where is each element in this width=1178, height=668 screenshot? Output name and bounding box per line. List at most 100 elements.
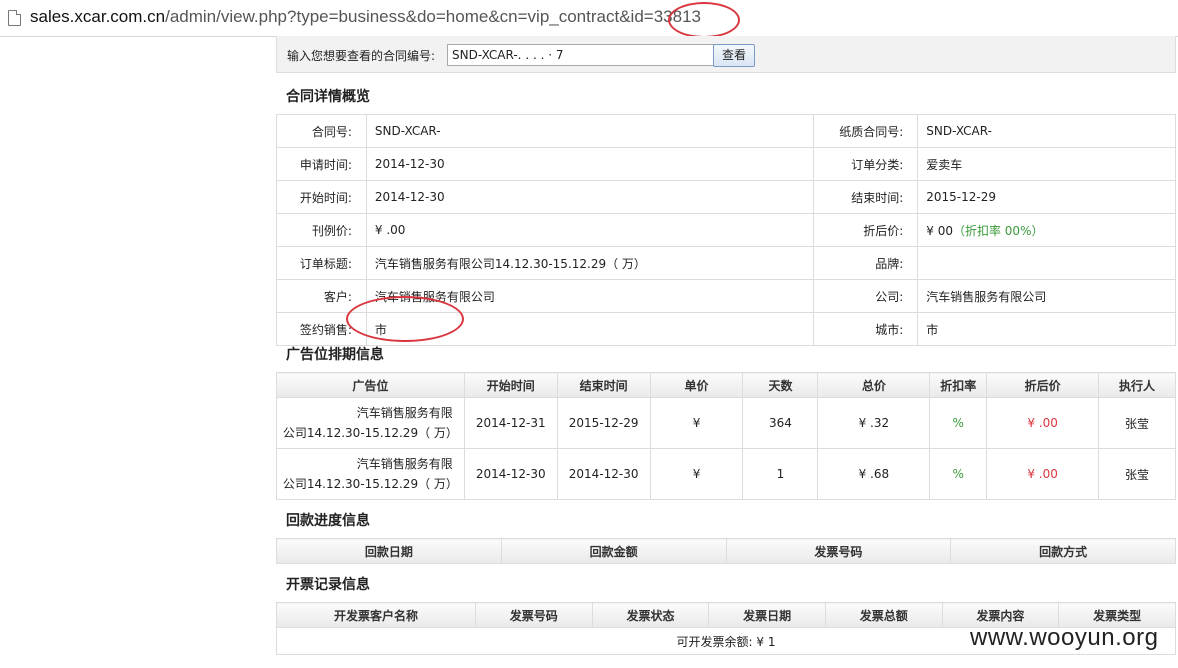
field-value: 爱卖车 xyxy=(917,147,1176,181)
highlight-ring-id xyxy=(668,2,740,38)
column-header: 发票号码 xyxy=(474,602,593,628)
overview-row: 刊例价: ¥ .00 折后价: ¥ 00（折扣率 00%） xyxy=(276,213,1176,247)
column-header: 天数 xyxy=(742,372,819,398)
start-date: 2014-12-30 xyxy=(463,448,558,500)
payment-table: 回款日期 回款金额 发票号码 回款方式 xyxy=(276,538,1176,564)
contract-search-bar: 输入您想要查看的合同编号: SND-XCAR-. . . . · 7 查看 xyxy=(276,36,1176,73)
field-label: 订单分类: xyxy=(813,147,919,181)
field-value: 汽车销售服务有限公司14.12.30-15.12.29（ 万） xyxy=(365,246,815,280)
ads-table: 广告位 开始时间 结束时间 单价 天数 总价 折扣率 折后价 执行人 汽车销售服务有限 公司14.… xyxy=(276,372,1176,500)
field-value-text: SND-XCAR- xyxy=(374,124,441,138)
field-value: SND-XCAR- xyxy=(917,114,1176,148)
ad-position-line2: 公司14.12.30-15.12.29（ 万） xyxy=(282,426,458,440)
field-value: SND-XCAR- xyxy=(365,114,815,148)
total-price: ¥ .68 xyxy=(817,448,931,500)
field-value-text: 2014-12-30 xyxy=(374,190,445,204)
address-bar[interactable]: sales.xcar.com.cn/admin/view.php?type=bu… xyxy=(0,0,1178,37)
discounted-price: ¥ .00 xyxy=(986,448,1100,500)
url-host: sales.xcar.com.cn xyxy=(30,7,166,26)
ad-position-line1: 汽车销售服务有限 xyxy=(356,406,453,420)
ad-position-line2: 公司14.12.30-15.12.29（ 万） xyxy=(282,477,458,491)
field-label: 订单标题: xyxy=(276,246,367,280)
field-label: 结束时间: xyxy=(813,180,919,214)
column-header: 开发票客户名称 xyxy=(276,602,476,628)
field-value-text: 2015-12-29 xyxy=(926,190,997,204)
ad-position-line1: 汽车销售服务有限 xyxy=(356,457,453,471)
field-value-text: 市 xyxy=(926,322,939,337)
column-header: 折扣率 xyxy=(929,372,988,398)
field-value-text: 汽车销售服务有限公司14.12.30-15.12.29（ 万） xyxy=(374,256,646,271)
start-date: 2014-12-31 xyxy=(463,397,558,449)
url-path: /admin/view.php?type=business&do=home&cn… xyxy=(165,7,701,26)
overview-row: 订单标题: 汽车销售服务有限公司14.12.30-15.12.29（ 万） 品牌: xyxy=(276,246,1176,280)
column-header: 回款方式 xyxy=(950,538,1176,564)
main-content: 输入您想要查看的合同编号: SND-XCAR-. . . . · 7 查看 合同… xyxy=(276,36,1176,655)
executor: 张莹 xyxy=(1098,448,1176,500)
field-value: 2015-12-29 xyxy=(917,180,1176,214)
search-label: 输入您想要查看的合同编号: xyxy=(287,49,436,63)
field-value-text: 汽车销售服务有限公司 xyxy=(926,289,1047,304)
field-value: 市 xyxy=(917,312,1176,346)
field-value: 2014-12-30 xyxy=(365,180,815,214)
column-header: 回款日期 xyxy=(276,538,502,564)
field-value-text: 爱卖车 xyxy=(926,157,963,172)
field-value xyxy=(917,246,1176,280)
field-value-text: ¥ .00 xyxy=(374,223,406,237)
unit-price: ¥ xyxy=(649,397,744,449)
highlight-ring-sales xyxy=(346,296,464,342)
table-row: 汽车销售服务有限 公司14.12.30-15.12.29（ 万） 2014-12-3… xyxy=(276,397,1176,449)
field-value: 汽车销售服务有限公司 xyxy=(917,279,1176,313)
field-label: 纸质合同号: xyxy=(813,114,919,148)
discounted-price: ¥ .00 xyxy=(986,397,1100,449)
column-header: 回款金额 xyxy=(500,538,727,564)
column-header: 总价 xyxy=(817,372,931,398)
invoice-title: 开票记录信息 xyxy=(286,577,370,593)
field-value: ¥ .00 xyxy=(365,213,815,247)
column-header: 开始时间 xyxy=(463,372,558,398)
ad-position: 汽车销售服务有限公司14.12.30-15.12.29（ 万） xyxy=(276,397,465,449)
column-header: 发票状态 xyxy=(591,602,710,628)
column-header: 发票日期 xyxy=(708,602,826,628)
executor: 张莹 xyxy=(1098,397,1176,449)
days: 1 xyxy=(742,448,819,500)
discount-rate-note: （折扣率 00%） xyxy=(952,223,1044,238)
field-value-text: ¥ 00 xyxy=(926,223,953,238)
field-value: ¥ 00（折扣率 00%） xyxy=(917,213,1176,247)
ads-title: 广告位排期信息 xyxy=(286,347,384,363)
field-label: 公司: xyxy=(813,279,919,313)
field-value-text: 2014-12-30 xyxy=(374,157,445,171)
field-value-text: SND-XCAR- xyxy=(926,124,992,138)
ad-position: 汽车销售服务有限公司14.12.30-15.12.29（ 万） xyxy=(276,448,465,500)
column-header: 发票号码 xyxy=(725,538,952,564)
overview-row: 申请时间: 2014-12-30 订单分类: 爱卖车 xyxy=(276,147,1176,181)
page-icon xyxy=(8,10,21,26)
column-header: 发票总额 xyxy=(824,602,943,628)
end-date: 2014-12-30 xyxy=(556,448,651,500)
table-row: 汽车销售服务有限 公司14.12.30-15.12.29（ 万） 2014-12-3… xyxy=(276,448,1176,500)
column-header: 单价 xyxy=(649,372,744,398)
view-button[interactable]: 查看 xyxy=(713,44,755,67)
column-header: 广告位 xyxy=(276,372,465,398)
overview-row: 合同号: SND-XCAR- 纸质合同号: SND-XCAR- xyxy=(276,114,1176,148)
field-value: 2014-12-30 xyxy=(365,147,815,181)
field-label: 合同号: xyxy=(276,114,367,148)
end-date: 2015-12-29 xyxy=(556,397,651,449)
column-header: 折后价 xyxy=(986,372,1100,398)
payment-title: 回款进度信息 xyxy=(286,513,370,529)
days: 364 xyxy=(742,397,819,449)
overview-row: 开始时间: 2014-12-30 结束时间: 2015-12-29 xyxy=(276,180,1176,214)
field-label: 申请时间: xyxy=(276,147,367,181)
column-header: 执行人 xyxy=(1098,372,1176,398)
field-label: 刊例价: xyxy=(276,213,367,247)
watermark: www.wooyun.org xyxy=(970,624,1159,651)
field-label: 开始时间: xyxy=(276,180,367,214)
overview-title: 合同详情概览 xyxy=(286,89,370,105)
discount-rate: % xyxy=(929,448,988,500)
contract-number-input[interactable]: SND-XCAR-. . . . · 7 xyxy=(447,44,717,66)
field-label: 城市: xyxy=(813,312,919,346)
total-price: ¥ .32 xyxy=(817,397,931,449)
discount-rate: % xyxy=(929,397,988,449)
unit-price: ¥ xyxy=(649,448,744,500)
url-text[interactable]: sales.xcar.com.cn/admin/view.php?type=bu… xyxy=(30,7,701,27)
field-label: 品牌: xyxy=(813,246,919,280)
